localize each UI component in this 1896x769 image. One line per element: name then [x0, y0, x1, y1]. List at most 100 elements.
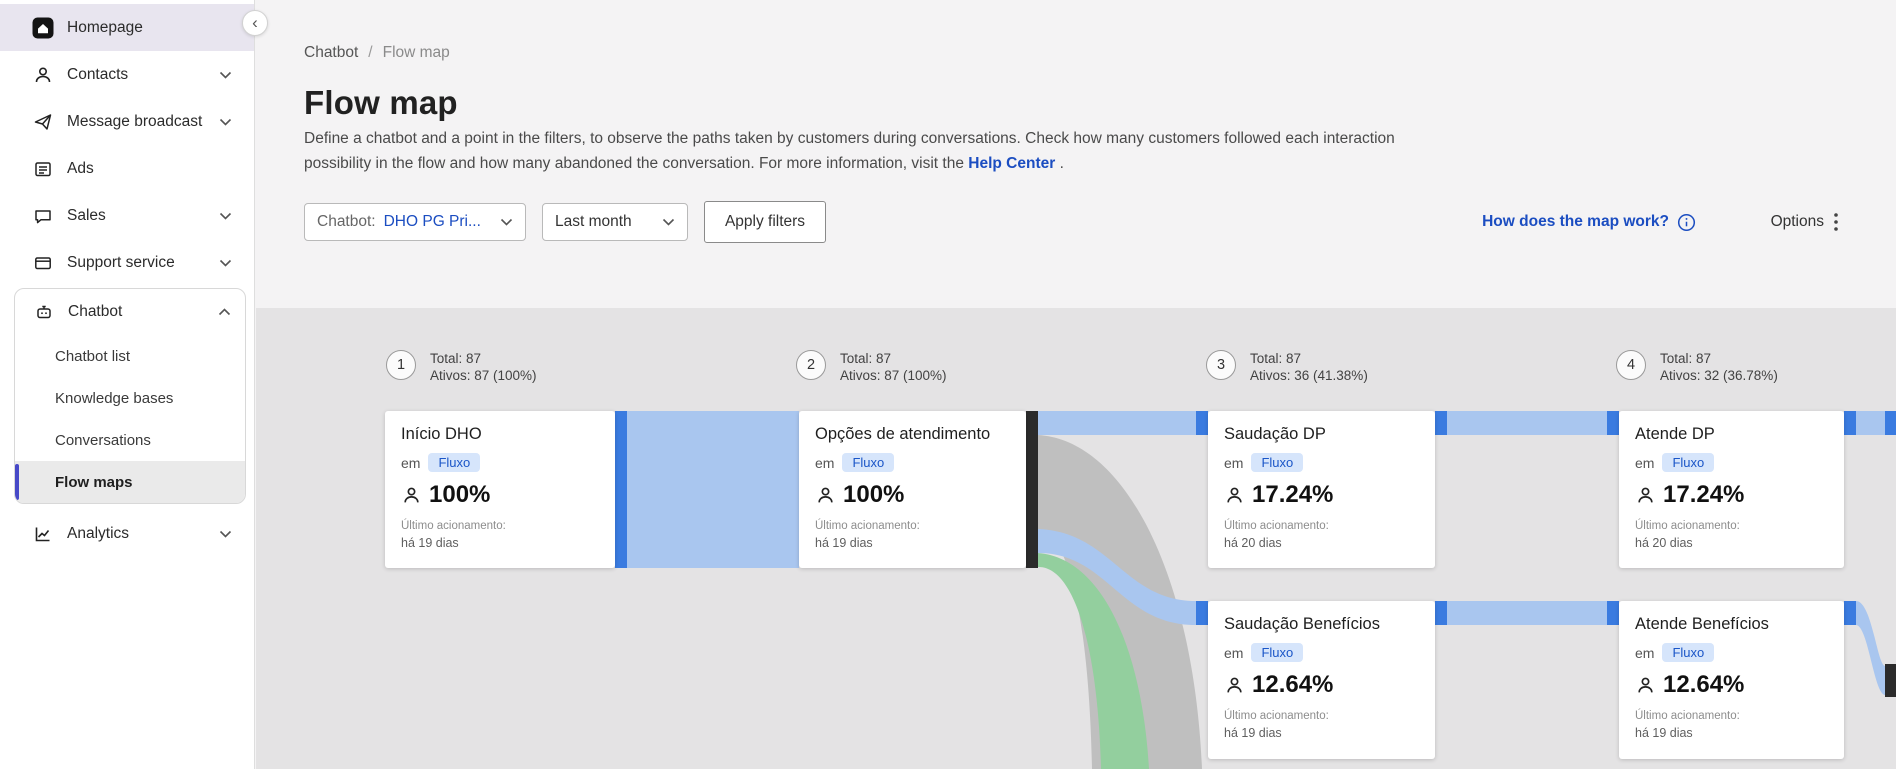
flow-type-badge: Fluxo — [842, 453, 895, 472]
sidebar-collapse-button[interactable]: ‹ — [242, 10, 268, 36]
sankey-bar-opcoes-out — [1026, 411, 1038, 568]
person-icon — [401, 485, 422, 506]
flow-type-badge: Fluxo — [1251, 453, 1304, 472]
card-last-value: há 19 dias — [401, 536, 459, 550]
sankey-bar-saudacaodp-out — [1435, 411, 1447, 435]
column-total: Total: 87 — [1250, 351, 1302, 366]
sankey-bar-next-in — [1885, 411, 1896, 435]
chevron-down-icon — [219, 530, 232, 538]
sidebar-item-label: Homepage — [67, 18, 143, 36]
sidebar: Homepage Contacts Message broadcast Ads … — [0, 0, 255, 769]
card-em-label: em — [1224, 644, 1244, 661]
sankey-bar-atendedp-out — [1844, 411, 1856, 435]
flow-card-atende-dp[interactable]: Atende DP em Fluxo 17.24% Último acioname… — [1619, 411, 1844, 568]
column-active: Ativos: 32 (36.78%) — [1660, 368, 1778, 383]
column-number-badge: 2 — [796, 350, 826, 380]
apply-filters-button[interactable]: Apply filters — [704, 201, 826, 243]
sidebar-item-conversations[interactable]: Conversations — [15, 419, 245, 461]
flow-column-header-1: 1 Total: 87 Ativos: 87 (100%) — [386, 350, 537, 384]
flow-type-badge: Fluxo — [428, 453, 481, 472]
description-end: . — [1059, 155, 1064, 172]
kebab-menu-icon — [1834, 213, 1838, 231]
chevron-down-icon — [662, 218, 675, 226]
person-icon — [1635, 675, 1656, 696]
chatbot-select-value: DHO PG Pri... — [383, 213, 481, 230]
sankey-bar-saudacaobeneficios-in — [1196, 601, 1208, 625]
chat-bubble-icon — [32, 206, 54, 226]
sidebar-subitem-label: Conversations — [55, 431, 151, 449]
description-text: Define a chatbot and a point in the filt… — [304, 130, 1395, 172]
flow-card-opcoes-atendimento[interactable]: Opções de atendimento em Fluxo 100% Últim… — [799, 411, 1026, 568]
sidebar-item-chatbot-list[interactable]: Chatbot list — [15, 335, 245, 377]
sidebar-item-label: Contacts — [67, 65, 129, 83]
flow-type-badge: Fluxo — [1251, 643, 1304, 662]
sidebar-item-homepage[interactable]: Homepage — [0, 4, 254, 51]
sidebar-subitem-label: Flow maps — [55, 473, 133, 491]
card-title: Início DHO — [401, 425, 482, 443]
flow-card-saudacao-beneficios[interactable]: Saudação Benefícios em Fluxo 12.64% Últim… — [1208, 601, 1435, 759]
column-active: Ativos: 87 (100%) — [430, 368, 537, 383]
flow-map-canvas: 1 Total: 87 Ativos: 87 (100%) 2 Total: 8… — [256, 308, 1896, 769]
card-last-label: Último acionamento: — [401, 520, 506, 532]
chevron-down-icon — [219, 71, 232, 79]
map-help-link[interactable]: How does the map work? — [1482, 200, 1696, 244]
person-icon — [815, 485, 836, 506]
flow-card-atende-beneficios[interactable]: Atende Benefícios em Fluxo 12.64% Último … — [1619, 601, 1844, 759]
options-menu[interactable]: Options — [1771, 200, 1838, 244]
send-icon — [32, 112, 54, 132]
sidebar-item-label: Analytics — [67, 524, 130, 542]
column-number-badge: 1 — [386, 350, 416, 380]
help-center-link[interactable]: Help Center — [968, 155, 1055, 172]
analytics-icon — [32, 524, 54, 544]
column-total: Total: 87 — [430, 351, 482, 366]
sankey-bar-atendedp-in — [1607, 411, 1619, 435]
sidebar-item-label: Support service — [67, 253, 175, 271]
card-last-value: há 19 dias — [815, 536, 873, 550]
period-select-value: Last month — [555, 213, 632, 230]
sankey-band-saudacaodp-atendedp — [1447, 411, 1607, 435]
flow-card-saudacao-dp[interactable]: Saudação DP em Fluxo 17.24% Último aciona… — [1208, 411, 1435, 568]
card-last-label: Último acionamento: — [1635, 520, 1740, 532]
person-icon — [1635, 485, 1656, 506]
sidebar-item-contacts[interactable]: Contacts — [0, 51, 254, 98]
card-last-value: há 20 dias — [1635, 536, 1693, 550]
column-total: Total: 87 — [1660, 351, 1712, 366]
sidebar-item-flow-maps[interactable]: Flow maps — [15, 461, 245, 503]
card-em-label: em — [1635, 454, 1655, 471]
column-number-badge: 4 — [1616, 350, 1646, 380]
card-last-value: há 20 dias — [1224, 536, 1282, 550]
sankey-band-atendedp-next — [1856, 411, 1885, 435]
flow-map-app: Homepage Contacts Message broadcast Ads … — [0, 0, 1896, 769]
breadcrumb-chatbot[interactable]: Chatbot — [304, 44, 358, 62]
flow-card-inicio-dho[interactable]: Início DHO em Fluxo 100% Último acionamen… — [385, 411, 615, 568]
chevron-left-icon: ‹ — [252, 12, 258, 32]
sidebar-chatbot-group: Chatbot Chatbot list Knowledge bases Con… — [14, 288, 246, 504]
sidebar-item-sales[interactable]: Sales — [0, 192, 254, 239]
sankey-bar-atendebeneficios-in — [1607, 601, 1619, 625]
sidebar-item-knowledge-bases[interactable]: Knowledge bases — [15, 377, 245, 419]
card-last-value: há 19 dias — [1635, 726, 1693, 740]
sankey-band-saudacaobeneficios-atendebeneficios — [1447, 601, 1607, 625]
sidebar-item-message-broadcast[interactable]: Message broadcast — [0, 98, 254, 145]
chatbot-select[interactable]: Chatbot: DHO PG Pri... — [304, 203, 526, 241]
sidebar-item-label: Message broadcast — [67, 112, 203, 130]
card-title: Atende Benefícios — [1635, 615, 1769, 633]
page-description: Define a chatbot and a point in the filt… — [304, 126, 1399, 176]
sidebar-item-ads[interactable]: Ads — [0, 145, 254, 192]
flow-column-header-4: 4 Total: 87 Ativos: 32 (36.78%) — [1616, 350, 1778, 384]
card-title: Saudação Benefícios — [1224, 615, 1380, 633]
ads-icon — [32, 159, 54, 179]
period-select[interactable]: Last month — [542, 203, 688, 241]
chevron-down-icon — [219, 212, 232, 220]
card-em-label: em — [1224, 454, 1244, 471]
sankey-bar-saudacaodp-in — [1196, 411, 1208, 435]
main-content: Chatbot / Flow map Flow map Define a cha… — [256, 0, 1896, 769]
card-em-label: em — [815, 454, 835, 471]
person-icon — [1224, 485, 1245, 506]
sidebar-item-analytics[interactable]: Analytics — [0, 510, 254, 557]
page-title: Flow map — [304, 84, 458, 121]
sankey-band-opcoes-saudacaodp — [1038, 411, 1196, 435]
sidebar-item-support-service[interactable]: Support service — [0, 239, 254, 286]
chevron-up-icon — [218, 308, 231, 316]
sidebar-item-chatbot[interactable]: Chatbot — [15, 289, 245, 335]
